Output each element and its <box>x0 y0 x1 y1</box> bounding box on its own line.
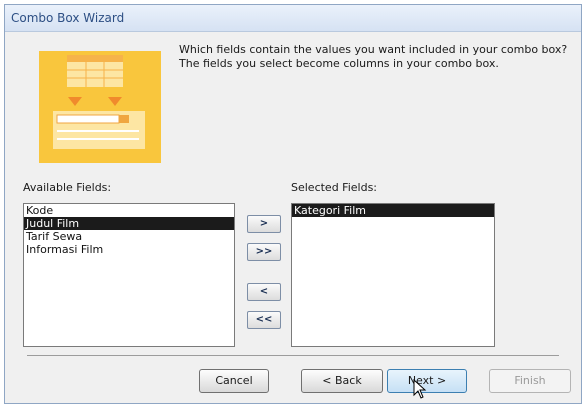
window-title: Combo Box Wizard <box>11 11 125 25</box>
add-all-fields-button[interactable]: >> <box>247 243 281 261</box>
available-fields-list[interactable]: Kode Judul Film Tarif Sewa Informasi Film <box>23 203 235 347</box>
footer-divider <box>27 355 559 356</box>
cancel-button[interactable]: Cancel <box>199 369 269 393</box>
list-item[interactable]: Kategori Film <box>292 204 494 217</box>
next-button[interactable]: Next > <box>387 369 467 393</box>
finish-button[interactable]: Finish <box>489 369 571 393</box>
add-field-button[interactable]: > <box>247 215 281 233</box>
list-item[interactable]: Tarif Sewa <box>24 230 234 243</box>
back-button[interactable]: < Back <box>301 369 383 393</box>
remove-field-button[interactable]: < <box>247 283 281 301</box>
wizard-illustration <box>39 51 161 163</box>
title-bar: Combo Box Wizard <box>5 5 581 32</box>
table-to-combo-icon <box>53 55 145 149</box>
list-item[interactable]: Informasi Film <box>24 243 234 256</box>
remove-all-fields-button[interactable]: << <box>247 311 281 329</box>
selected-fields-label: Selected Fields: <box>291 181 378 194</box>
instructions-text: Which fields contain the values you want… <box>179 43 568 70</box>
list-item[interactable]: Kode <box>24 204 234 217</box>
combo-box-wizard-dialog: Combo Box Wizard Which fields contain th… <box>4 4 582 404</box>
list-item[interactable]: Judul Film <box>24 217 234 230</box>
selected-fields-list[interactable]: Kategori Film <box>291 203 495 347</box>
available-fields-label: Available Fields: <box>23 181 112 194</box>
mouse-pointer-icon <box>413 378 427 403</box>
